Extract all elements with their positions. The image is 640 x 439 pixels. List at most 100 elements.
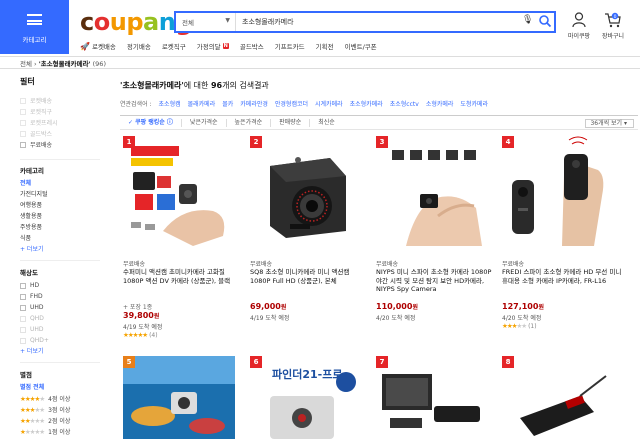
nav-family-month[interactable]: 가정의달 N [197, 40, 229, 52]
product-price: 110,000원 [376, 302, 418, 311]
related-keyword[interactable]: 몰래카메라 [188, 99, 216, 108]
sort-newest[interactable]: 최신순 [309, 118, 343, 127]
category-item[interactable]: 가전디지털 [20, 189, 100, 200]
search-input[interactable] [242, 16, 502, 28]
product-image[interactable]: 파인더21-프로 [250, 356, 362, 439]
checkbox[interactable] [20, 108, 26, 115]
breadcrumb-current: '초소형몰래카메라' [38, 60, 91, 68]
checkbox[interactable] [20, 326, 26, 333]
sort-low-price[interactable]: 낮은가격순 [180, 118, 226, 127]
cart-icon: 0 [605, 12, 621, 28]
rocket-icon: 🚀 [80, 41, 90, 51]
star-rating: ★★★★★ [20, 394, 45, 403]
cart-button[interactable]: 0 장바구니 [595, 12, 631, 40]
product-image[interactable] [502, 136, 614, 248]
nav-subscription[interactable]: 정기배송 [127, 40, 151, 52]
product-name[interactable]: SQ8 초소형 미니카메라 미니 액션캠 1080P Full HD (상품군)… [250, 268, 370, 302]
checkbox[interactable] [20, 97, 26, 104]
nav-rocket-delivery[interactable]: 🚀 로켓배송 [80, 40, 116, 52]
category-more-link[interactable]: + 더보기 [20, 244, 100, 255]
rating-1[interactable]: ★★★★★ 1점 이상 [20, 426, 100, 437]
per-page-select[interactable]: 36개씩 보기 ▾ [585, 119, 634, 128]
rating-3[interactable]: ★★★★★ 3점 이상 [20, 404, 100, 415]
related-keyword[interactable]: 초소형캠 [159, 99, 181, 108]
search-icon[interactable] [538, 14, 552, 28]
related-keyword[interactable]: 도청카메라 [460, 99, 488, 108]
nav-promotion[interactable]: 기획전 [316, 40, 334, 52]
category-item[interactable]: 주방용품 [20, 222, 100, 233]
review-rating: ★★★★★ (4) [123, 331, 158, 339]
product-price: 127,100원 [502, 302, 544, 311]
product-image[interactable] [123, 356, 235, 439]
breadcrumb: 전체 › '초소형몰래카메라' (96) [20, 60, 106, 68]
category-item[interactable]: 생활용품 [20, 211, 100, 222]
product-option: + 포장 1종 [123, 304, 153, 311]
related-searches: 연관검색어 : 초소형캠 몰래카메라 몰카 카메라안경 안경형캠코더 시계카메라… [120, 99, 489, 108]
nav-rocket-direct[interactable]: 로켓직구 [162, 40, 186, 52]
product-image[interactable] [250, 136, 362, 248]
checkbox[interactable] [20, 282, 26, 289]
my-coupang-button[interactable]: 마이쿠팡 [561, 12, 597, 40]
product-name[interactable]: FREDI 스파이 초소형 카메라 HD 무선 미니 휴대용 소형 카메라 IP… [502, 268, 622, 302]
sort-coupang-rank[interactable]: ✓ 쿠팡 랭킹순 ⓘ [120, 119, 181, 127]
category-item[interactable]: 식품 [20, 233, 100, 244]
filter-resolution[interactable]: QHD+ [20, 335, 100, 346]
resolution-more-link[interactable]: + 더보기 [20, 346, 100, 357]
related-keyword[interactable]: 안경형캠코더 [275, 99, 308, 108]
related-keyword[interactable]: 초소형카메라 [350, 99, 383, 108]
checkbox[interactable] [20, 315, 26, 322]
product-image[interactable] [502, 356, 614, 439]
product-image[interactable] [376, 136, 488, 248]
nav-event-coupon[interactable]: 이벤트/쿠폰 [345, 40, 377, 52]
filter-goldbox[interactable]: 골드박스 [20, 128, 100, 139]
rank-badge: 7 [376, 356, 388, 368]
sort-high-price[interactable]: 높은가격순 [225, 118, 271, 127]
rating-4[interactable]: ★★★★★ 4점 이상 [20, 393, 100, 404]
star-rating: ★★★★★ [502, 322, 527, 330]
filter-resolution[interactable]: FHD [20, 291, 100, 302]
search-category-select[interactable]: 전체 ▼ [176, 13, 236, 31]
filter-resolution[interactable]: HD [20, 280, 100, 291]
rating-heading: 별점 [20, 371, 32, 379]
checkbox[interactable] [20, 304, 26, 311]
delivery-date: 4/19 도착 예정 [123, 324, 163, 331]
rating-2[interactable]: ★★★★★ 2점 이상 [20, 415, 100, 426]
filter-rocket-fresh[interactable]: 로켓프레시 [20, 117, 100, 128]
rank-badge: 3 [376, 136, 388, 148]
chevron-down-icon: ▼ [225, 17, 230, 24]
sort-sales[interactable]: 판매량순 [270, 118, 309, 127]
checkbox[interactable] [20, 130, 26, 137]
related-keyword[interactable]: 몰카 [222, 99, 233, 108]
filter-free-shipping[interactable]: 무료배송 [20, 139, 100, 150]
product-image[interactable] [123, 136, 235, 248]
checkbox[interactable] [20, 293, 26, 300]
checkbox[interactable] [20, 119, 26, 126]
related-keyword[interactable]: 시계카메라 [315, 99, 343, 108]
related-keyword[interactable]: 초소형cctv [390, 99, 419, 108]
rank-badge: 8 [502, 356, 514, 368]
product-name[interactable]: 수퍼미니 액션캠 초미니카메라 고화질 1080P 액션 DV 카메라 (상품군… [123, 268, 243, 302]
nav-giftcard[interactable]: 기프트카드 [275, 40, 305, 52]
product-name[interactable]: NIYPS 미니 스파이 초소형 카메라 1080P 야간 시력 및 모션 탐지… [376, 268, 496, 302]
filter-resolution[interactable]: QHD [20, 313, 100, 324]
category-item[interactable]: 여행용품 [20, 200, 100, 211]
rating-all[interactable]: 별점 전체 [20, 382, 100, 393]
rank-badge: 1 [123, 136, 135, 148]
filter-rocket[interactable]: 로켓배송 [20, 95, 100, 106]
star-rating: ★★★★★ [20, 405, 45, 414]
nav-goldbox[interactable]: 골드박스 [240, 40, 264, 52]
checkbox[interactable] [20, 337, 26, 344]
product-image[interactable] [376, 356, 488, 439]
category-all[interactable]: 전체 [20, 178, 100, 189]
filter-rocket-direct[interactable]: 로켓직구 [20, 106, 100, 117]
checkbox[interactable] [20, 141, 26, 148]
category-menu-button[interactable]: 카테고리 [0, 0, 69, 54]
microphone-icon[interactable]: 🎙 [522, 15, 533, 25]
category-heading: 카테고리 [20, 167, 44, 175]
related-keyword[interactable]: 카메라안경 [240, 99, 268, 108]
related-keyword[interactable]: 소형카메라 [426, 99, 454, 108]
product-price: 69,000원 [250, 302, 287, 311]
filter-resolution[interactable]: UHD [20, 324, 100, 335]
breadcrumb-home[interactable]: 전체 [20, 60, 32, 68]
filter-resolution[interactable]: UHD [20, 302, 100, 313]
